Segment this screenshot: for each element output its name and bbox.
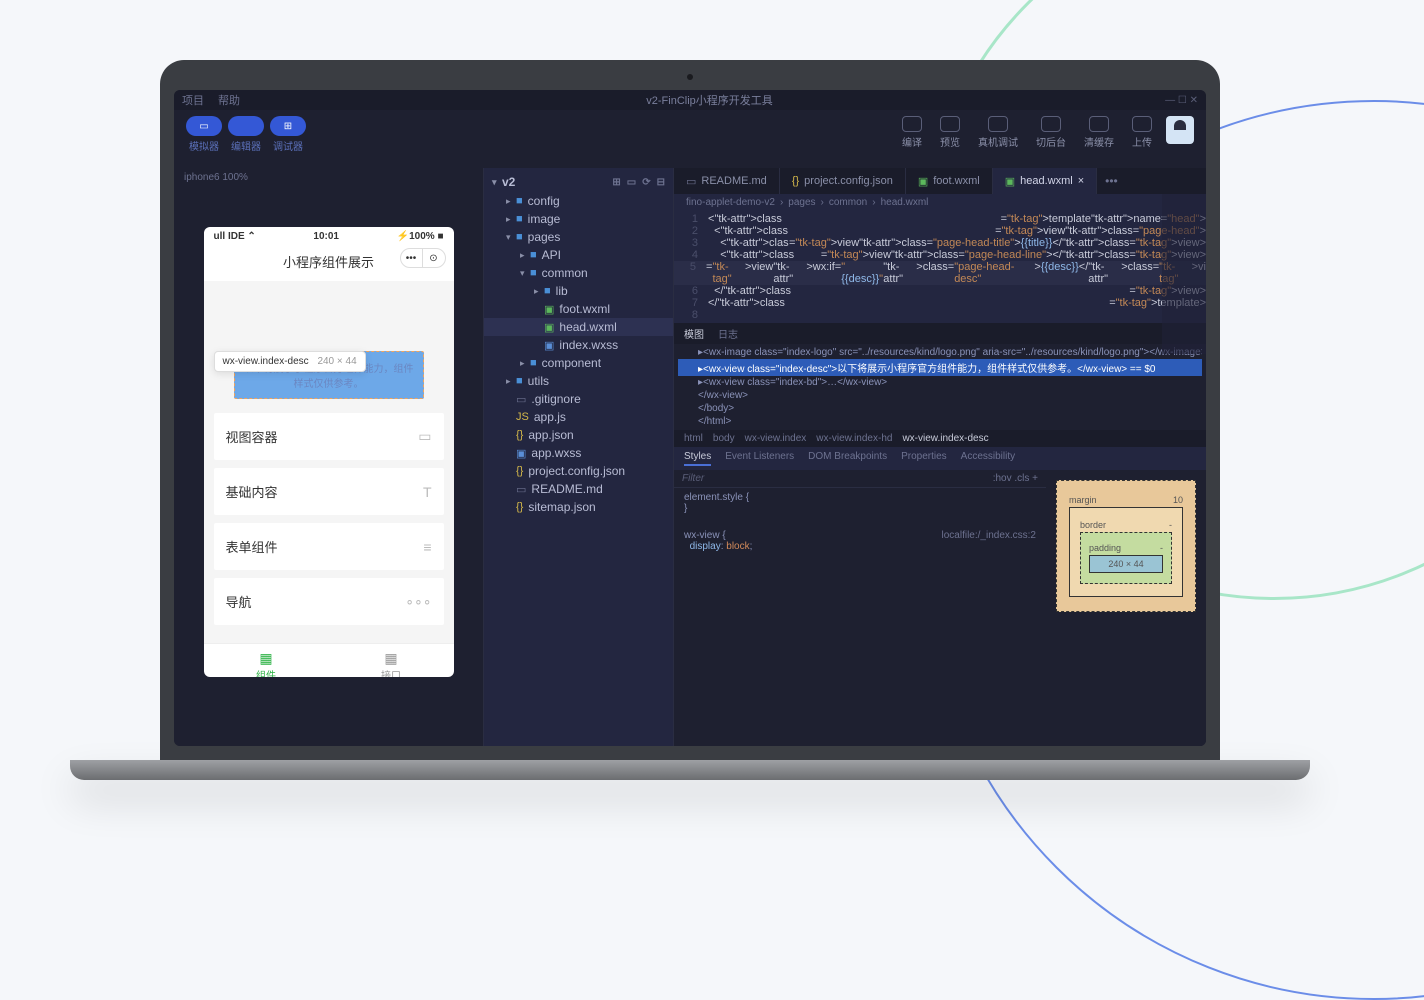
new-file-icon[interactable]: ⊞ (612, 177, 620, 188)
dom-breadcrumb: html body wx-view.index wx-view.index-hd wx-… (674, 430, 1206, 447)
toolbar-模拟器[interactable]: ▭ 模拟器 (186, 116, 222, 153)
tree-head.wxml[interactable]: ▣ head.wxml (484, 318, 673, 336)
status-signal: ull IDE ⌃ (214, 231, 256, 242)
dom-node[interactable]: ▸<wx-view class="index-bd">…</wx-view> (678, 376, 1202, 389)
code-editor[interactable]: 1 <"tk-attr">class="tk-tag">template "tk… (674, 211, 1206, 323)
tabbar-组件[interactable]: ▦组件 (204, 644, 329, 677)
status-battery: ⚡100% ■ (397, 231, 444, 242)
list-item[interactable]: 基础内容T (214, 468, 444, 515)
tree-API[interactable]: ▸ ■ API (484, 246, 673, 264)
tree-index.wxss[interactable]: ▣ index.wxss (484, 336, 673, 354)
inspect-tooltip: wx-view.index-desc 240 × 44 (214, 351, 366, 372)
nav-title: 小程序组件展示 (283, 255, 374, 270)
dom-crumb-item[interactable]: body (713, 433, 735, 444)
avatar[interactable] (1166, 116, 1194, 144)
tab-head.wxml[interactable]: ▣ head.wxml× (993, 168, 1097, 194)
tree-app.json[interactable]: {} app.json (484, 426, 673, 444)
dom-crumb-item[interactable]: wx-view.index-desc (902, 433, 988, 444)
dom-node[interactable]: </body> (678, 402, 1202, 415)
styles-tabs: Styles Event Listeners DOM Breakpoints Prop… (674, 447, 1206, 470)
capsule-close-icon[interactable]: ⊙ (423, 249, 445, 267)
toolbar-调试器[interactable]: ⊞ 调试器 (270, 116, 306, 153)
tree-foot.wxml[interactable]: ▣ foot.wxml (484, 300, 673, 318)
tree-app.js[interactable]: JS app.js (484, 408, 673, 426)
styles-tab-Properties[interactable]: Properties (901, 451, 947, 466)
tab-README.md[interactable]: ▭ README.md (674, 168, 780, 194)
tabbar-接口[interactable]: ▦接口 (329, 644, 454, 677)
tree-.gitignore[interactable]: ▭ .gitignore (484, 390, 673, 408)
styles-tab-DOM Breakpoints[interactable]: DOM Breakpoints (808, 451, 887, 466)
toolbar: ▭ 模拟器 编辑器 ⊞ 调试器 编译 预览 真机调试 切后台 清缓存 上传 (174, 110, 1206, 168)
styles-tab-Accessibility[interactable]: Accessibility (961, 451, 1015, 466)
menu-project[interactable]: 项目 (182, 92, 204, 108)
laptop-frame: 项目 帮助 v2-FinClip小程序开发工具 — ☐ ✕ ▭ 模拟器 编辑器 … (160, 60, 1220, 780)
phone-preview: ull IDE ⌃ 10:01 ⚡100% ■ 小程序组件展示 ••• ⊙ (204, 227, 454, 677)
action-编译[interactable]: 编译 (902, 116, 922, 149)
simulator-panel: iphone6 100% ull IDE ⌃ 10:01 ⚡100% ■ 小程序… (174, 168, 484, 746)
tree-common[interactable]: ▾ ■ common (484, 264, 673, 282)
file-explorer: ▾ v2 ⊞ ▭ ⟳ ⊟ ▸ ■ config ▸ ■ image (484, 168, 674, 746)
dom-node[interactable]: ▸<wx-view class="index-desc">以下将展示小程序官方组… (678, 359, 1202, 376)
tree-pages[interactable]: ▾ ■ pages (484, 228, 673, 246)
tree-lib[interactable]: ▸ ■ lib (484, 282, 673, 300)
list-item[interactable]: 表单组件≡ (214, 523, 444, 570)
tree-sitemap.json[interactable]: {} sitemap.json (484, 498, 673, 516)
tree-project.config.json[interactable]: {} project.config.json (484, 462, 673, 480)
menu-help[interactable]: 帮助 (218, 92, 240, 108)
status-time: 10:01 (313, 231, 339, 242)
tree-utils[interactable]: ▸ ■ utils (484, 372, 673, 390)
dom-inspector[interactable]: ▸<wx-image class="index-logo" src="../re… (674, 344, 1206, 430)
box-model: margin 10 border - padding - 240 × 44 (1046, 470, 1206, 746)
tree-config[interactable]: ▸ ■ config (484, 192, 673, 210)
action-上传[interactable]: 上传 (1132, 116, 1152, 149)
tree-component[interactable]: ▸ ■ component (484, 354, 673, 372)
styles-panel[interactable]: Filter :hov .cls + element.style {} </sp… (674, 470, 1046, 746)
css-rule[interactable]: </span> .index-desc {<br>&nbsp;&nbsp;<sp… (674, 518, 1046, 526)
styles-filter[interactable]: Filter (682, 473, 993, 484)
editor-panel: ▭ README.md {} project.config.json ▣ foo… (674, 168, 1206, 746)
devtools-sub-tabs: 模图 日志 (674, 323, 1206, 344)
minimap[interactable] (1162, 194, 1206, 354)
project-root[interactable]: v2 (502, 175, 515, 189)
dom-crumb-item[interactable]: wx-view.index-hd (816, 433, 892, 444)
toolbar-编辑器[interactable]: 编辑器 (228, 116, 264, 153)
window-controls[interactable]: — ☐ ✕ (1165, 95, 1198, 106)
action-清缓存[interactable]: 清缓存 (1084, 116, 1114, 149)
titlebar: 项目 帮助 v2-FinClip小程序开发工具 — ☐ ✕ (174, 90, 1206, 110)
capsule-menu-icon[interactable]: ••• (401, 249, 423, 267)
tree-app.wxss[interactable]: ▣ app.wxss (484, 444, 673, 462)
new-folder-icon[interactable]: ▭ (627, 177, 636, 188)
window-title: v2-FinClip小程序开发工具 (254, 92, 1165, 108)
styles-tab-Styles[interactable]: Styles (684, 451, 711, 466)
list-item[interactable]: 导航∘∘∘ (214, 578, 444, 625)
dom-node[interactable]: </wx-view> (678, 389, 1202, 402)
action-切后台[interactable]: 切后台 (1036, 116, 1066, 149)
styles-tab-Event Listeners[interactable]: Event Listeners (725, 451, 794, 466)
css-rule[interactable]: element.style {} (674, 488, 1046, 518)
sub-tab-log[interactable]: 日志 (718, 326, 738, 341)
action-预览[interactable]: 预览 (940, 116, 960, 149)
dom-crumb-item[interactable]: wx-view.index (745, 433, 807, 444)
close-icon[interactable]: × (1078, 175, 1084, 187)
breadcrumb: fino-applet-demo-v2›pages›common›head.wx… (674, 194, 1206, 211)
tree-README.md[interactable]: ▭ README.md (484, 480, 673, 498)
action-真机调试[interactable]: 真机调试 (978, 116, 1018, 149)
dom-node[interactable]: ▸<wx-image class="index-logo" src="../re… (678, 346, 1202, 359)
dom-node[interactable]: </html> (678, 415, 1202, 428)
list-item[interactable]: 视图容器▭ (214, 413, 444, 460)
device-info: iphone6 100% (174, 168, 483, 187)
dom-crumb-item[interactable]: html (684, 433, 703, 444)
styles-filter-buttons[interactable]: :hov .cls + (993, 473, 1038, 484)
css-rule[interactable]: localfile:/_index.css:2 wx-view { displa… (674, 526, 1046, 556)
refresh-icon[interactable]: ⟳ (642, 177, 650, 188)
tab-foot.wxml[interactable]: ▣ foot.wxml (906, 168, 993, 194)
tab-more-icon[interactable]: ••• (1097, 168, 1126, 194)
app-window: 项目 帮助 v2-FinClip小程序开发工具 — ☐ ✕ ▭ 模拟器 编辑器 … (174, 90, 1206, 746)
tree-image[interactable]: ▸ ■ image (484, 210, 673, 228)
tab-project.config.json[interactable]: {} project.config.json (780, 168, 906, 194)
collapse-icon[interactable]: ⊟ (657, 177, 665, 188)
sub-tab-dom[interactable]: 模图 (684, 326, 704, 341)
